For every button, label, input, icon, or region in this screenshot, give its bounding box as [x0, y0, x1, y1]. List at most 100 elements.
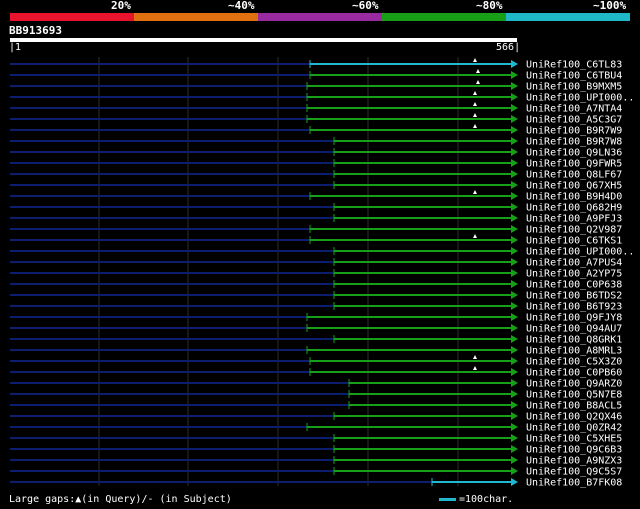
- hit-label[interactable]: UniRef100_C5X3Z0: [526, 357, 622, 368]
- hit-label[interactable]: UniRef100_A7NTA4: [526, 104, 622, 115]
- hit-label[interactable]: UniRef100_B9R7W8: [526, 137, 622, 148]
- hit-label[interactable]: UniRef100_C6TKS1: [526, 236, 622, 247]
- hit-label[interactable]: UniRef100_UPI000..: [526, 247, 634, 258]
- hit-row[interactable]: UniRef100_B9R7W8: [10, 137, 622, 148]
- hit-label[interactable]: UniRef100_C6TL83: [526, 60, 622, 71]
- hit-row[interactable]: UniRef100_A2YP75: [10, 269, 622, 280]
- hit-row[interactable]: UniRef100_A7NTA4: [10, 102, 622, 115]
- hit-row[interactable]: UniRef100_Q9C6B3: [10, 445, 622, 456]
- hit-label[interactable]: UniRef100_Q8LF67: [526, 170, 622, 181]
- hit-label[interactable]: UniRef100_Q9C6B3: [526, 445, 622, 456]
- hit-row[interactable]: UniRef100_Q2V987: [10, 225, 622, 236]
- hit-label[interactable]: UniRef100_A7PUS4: [526, 258, 622, 269]
- hit-row[interactable]: UniRef100_A5C3G7: [10, 113, 622, 126]
- large-gaps-legend: Large gaps:▲(in Query)/- (in Subject): [9, 494, 232, 505]
- alignment-arrow-icon: [511, 379, 518, 387]
- hit-label[interactable]: UniRef100_B9MXM5: [526, 82, 622, 93]
- alignment-arrow-icon: [511, 368, 518, 376]
- hit-row[interactable]: UniRef100_Q94AU7: [10, 324, 622, 335]
- hit-row[interactable]: UniRef100_C0PB60: [10, 366, 622, 379]
- hit-label[interactable]: UniRef100_B6TDS2: [526, 291, 622, 302]
- hit-row[interactable]: UniRef100_Q9FJY8: [10, 313, 622, 324]
- hit-label[interactable]: UniRef100_Q9FWR5: [526, 159, 622, 170]
- alignment-arrow-icon: [511, 181, 518, 189]
- hit-row[interactable]: UniRef100_B6T923: [10, 302, 622, 313]
- alignment-arrow-icon: [511, 401, 518, 409]
- hit-label[interactable]: UniRef100_C0P638: [526, 280, 622, 291]
- hit-label[interactable]: UniRef100_A9PFJ3: [526, 214, 622, 225]
- alignment-arrow-icon: [511, 236, 518, 244]
- alignment-arrow-icon: [511, 82, 518, 90]
- alignment-arrow-icon: [511, 225, 518, 233]
- hit-row[interactable]: UniRef100_C6TKS1: [10, 234, 622, 247]
- alignment-arrow-icon: [511, 247, 518, 255]
- hit-label[interactable]: UniRef100_B6T923: [526, 302, 622, 313]
- hit-label[interactable]: UniRef100_B9H4D0: [526, 192, 622, 203]
- hit-row[interactable]: UniRef100_Q0ZR42: [10, 423, 622, 434]
- hit-row[interactable]: UniRef100_B9R7W9: [10, 124, 622, 137]
- hit-label[interactable]: UniRef100_Q8GRK1: [526, 335, 622, 346]
- query-gap-icon: [473, 190, 477, 194]
- hit-row[interactable]: UniRef100_A7PUS4: [10, 258, 622, 269]
- hit-row[interactable]: UniRef100_B7FK08: [10, 478, 622, 489]
- hit-row[interactable]: UniRef100_Q9C5S7: [10, 467, 622, 478]
- hit-row[interactable]: UniRef100_Q9ARZ0: [10, 379, 622, 390]
- hit-row[interactable]: UniRef100_A9PFJ3: [10, 214, 622, 225]
- query-gap-icon: [476, 69, 480, 73]
- hit-label[interactable]: UniRef100_C6TBU4: [526, 71, 622, 82]
- hit-label[interactable]: UniRef100_Q2V987: [526, 225, 622, 236]
- alignment-arrow-icon: [511, 93, 518, 101]
- hit-label[interactable]: UniRef100_Q682H9: [526, 203, 622, 214]
- hit-row[interactable]: UniRef100_A9NZX3: [10, 456, 622, 467]
- alignment-arrow-icon: [511, 456, 518, 464]
- hit-row[interactable]: UniRef100_C5XHE5: [10, 434, 622, 445]
- hit-row[interactable]: UniRef100_B9MXM5: [10, 80, 622, 93]
- alignment-arrow-icon: [511, 214, 518, 222]
- hit-row[interactable]: UniRef100_UPI000..: [10, 247, 634, 258]
- hit-row[interactable]: UniRef100_B9H4D0: [10, 190, 622, 203]
- hit-row[interactable]: UniRef100_Q5N7E8: [10, 390, 622, 401]
- hit-row[interactable]: UniRef100_Q682H9: [10, 203, 622, 214]
- hit-row[interactable]: UniRef100_B8ACL5: [10, 401, 622, 412]
- hit-label[interactable]: UniRef100_Q67XH5: [526, 181, 622, 192]
- hit-label[interactable]: UniRef100_B9R7W9: [526, 126, 622, 137]
- hit-label[interactable]: UniRef100_C0PB60: [526, 368, 622, 379]
- hit-row[interactable]: UniRef100_C6TBU4: [10, 69, 622, 82]
- hit-label[interactable]: UniRef100_Q9LN36: [526, 148, 622, 159]
- hit-row[interactable]: UniRef100_Q67XH5: [10, 181, 622, 192]
- hit-label[interactable]: UniRef100_B7FK08: [526, 478, 622, 489]
- hit-row[interactable]: UniRef100_C0P638: [10, 280, 622, 291]
- hit-row[interactable]: UniRef100_Q9FWR5: [10, 159, 622, 170]
- hit-label[interactable]: UniRef100_Q9C5S7: [526, 467, 622, 478]
- hit-label[interactable]: UniRef100_A8MRL3: [526, 346, 622, 357]
- hit-label[interactable]: UniRef100_A2YP75: [526, 269, 622, 280]
- hit-row[interactable]: UniRef100_UPI000..: [10, 91, 634, 104]
- hit-row[interactable]: UniRef100_B6TDS2: [10, 291, 622, 302]
- hit-row[interactable]: UniRef100_C6TL83: [10, 58, 622, 71]
- alignment-arrow-icon: [511, 357, 518, 365]
- hit-label[interactable]: UniRef100_A5C3G7: [526, 115, 622, 126]
- hit-label[interactable]: UniRef100_Q5N7E8: [526, 390, 622, 401]
- hit-label[interactable]: UniRef100_Q2QX46: [526, 412, 622, 423]
- alignment-arrow-icon: [511, 203, 518, 211]
- hit-label[interactable]: UniRef100_Q0ZR42: [526, 423, 622, 434]
- hit-row[interactable]: UniRef100_Q9LN36: [10, 148, 622, 159]
- hit-row[interactable]: UniRef100_Q8LF67: [10, 170, 622, 181]
- query-gap-icon: [473, 91, 477, 95]
- hit-row[interactable]: UniRef100_Q2QX46: [10, 412, 622, 423]
- hit-label[interactable]: UniRef100_Q94AU7: [526, 324, 622, 335]
- hit-label[interactable]: UniRef100_Q9FJY8: [526, 313, 622, 324]
- hit-row[interactable]: UniRef100_A8MRL3: [10, 346, 622, 357]
- hit-label[interactable]: UniRef100_Q9ARZ0: [526, 379, 622, 390]
- hit-label[interactable]: UniRef100_B8ACL5: [526, 401, 622, 412]
- hit-row[interactable]: UniRef100_Q8GRK1: [10, 335, 622, 346]
- hit-label[interactable]: UniRef100_A9NZX3: [526, 456, 622, 467]
- hit-label[interactable]: UniRef100_UPI000..: [526, 93, 634, 104]
- hit-row[interactable]: UniRef100_C5X3Z0: [10, 355, 622, 368]
- hit-label[interactable]: UniRef100_C5XHE5: [526, 434, 622, 445]
- query-gap-icon: [473, 366, 477, 370]
- alignment-arrow-icon: [511, 390, 518, 398]
- query-gap-icon: [473, 102, 477, 106]
- alignment-arrow-icon: [511, 115, 518, 123]
- alignment-arrow-icon: [511, 137, 518, 145]
